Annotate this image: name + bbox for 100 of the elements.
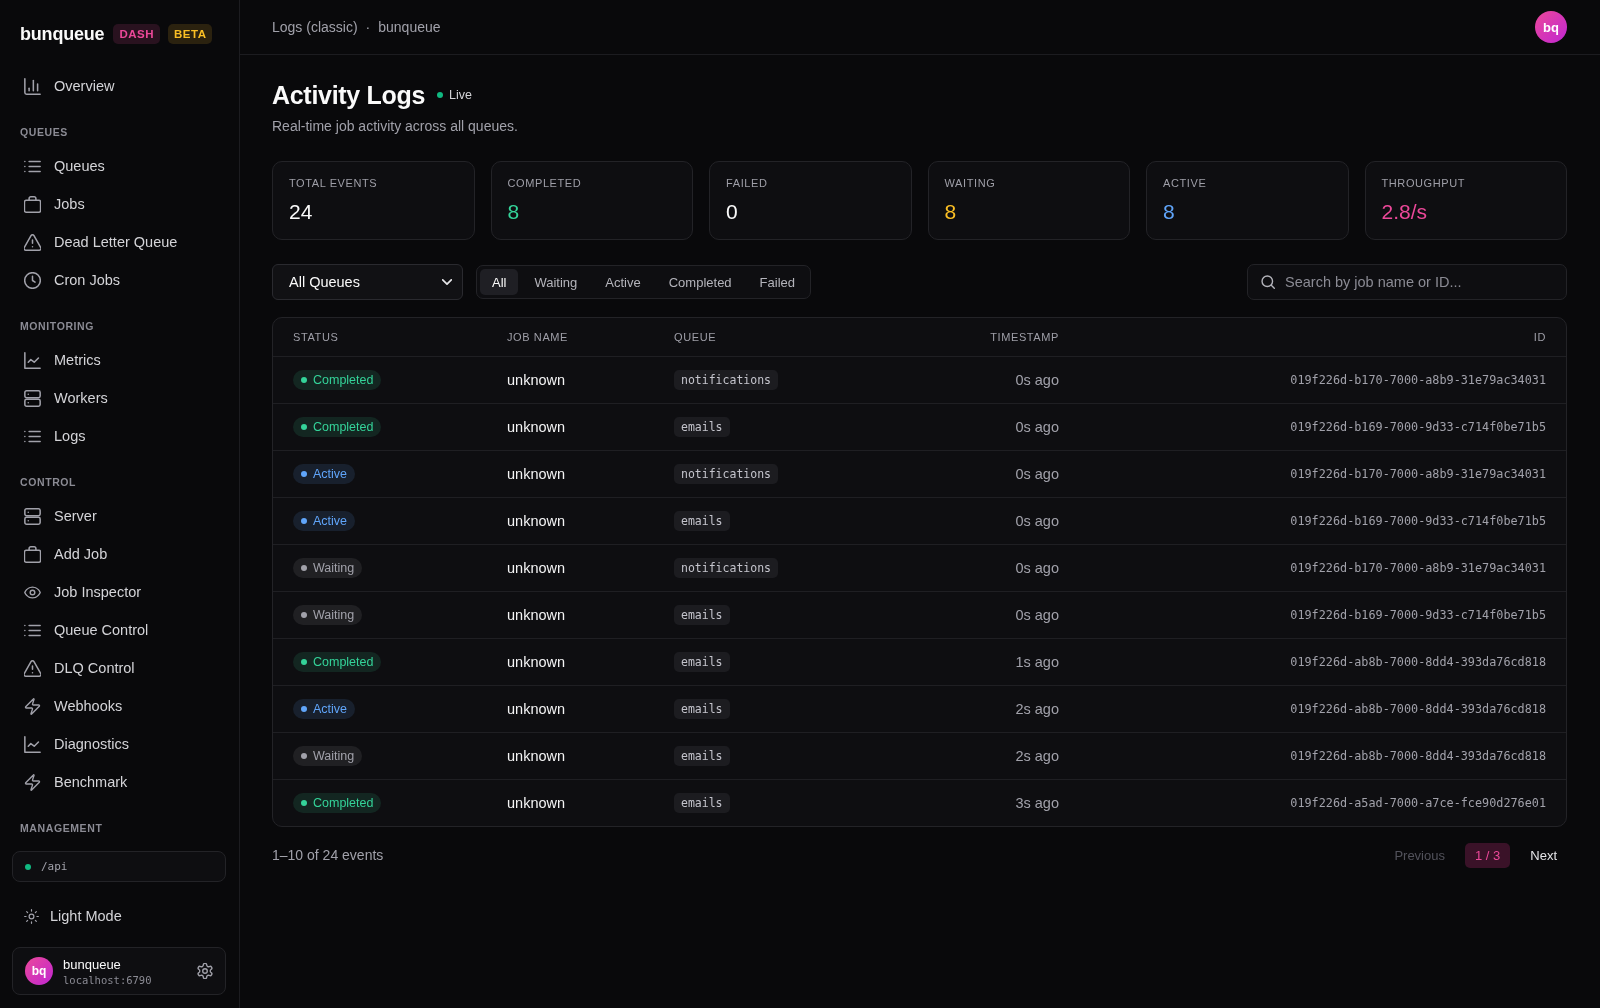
api-endpoint-text: /api — [41, 860, 68, 873]
lightning-icon — [24, 773, 41, 791]
settings-icon[interactable] — [197, 963, 213, 979]
status-text: Active — [313, 467, 348, 481]
nav-item[interactable]: Metrics — [12, 341, 226, 379]
timestamp: 0s ago — [1015, 419, 1059, 435]
status-text: Waiting — [313, 561, 355, 575]
column-header: STATUS — [293, 331, 339, 343]
nav-item[interactable]: Benchmark — [12, 763, 226, 801]
job-id: 019f226d-b169-7000-9d33-c714f0be71b5 — [1290, 608, 1546, 622]
sun-icon — [24, 908, 39, 924]
queue-select[interactable]: All Queues — [272, 264, 463, 300]
filter-tab[interactable]: Completed — [656, 269, 744, 295]
lightning-icon — [24, 697, 41, 715]
status-text: Completed — [313, 655, 374, 669]
queue-tag: notifications — [674, 370, 778, 390]
nav-item[interactable]: Webhooks — [12, 687, 226, 725]
section-heading: MANAGEMENT — [19, 821, 104, 835]
timestamp: 0s ago — [1015, 560, 1059, 576]
search-field[interactable]: Search by job name or ID... — [1247, 264, 1567, 300]
queue-tag: notifications — [674, 464, 778, 484]
job-name: unknown — [507, 372, 566, 388]
job-id: 019f226d-ab8b-7000-8dd4-393da76cd818 — [1290, 702, 1546, 716]
nav-item[interactable]: Jobs — [12, 185, 226, 223]
user-avatar: bq — [25, 957, 53, 985]
breadcrumb-separator: · — [365, 19, 371, 35]
filter-tab[interactable]: Active — [593, 269, 653, 295]
job-name: unknown — [507, 419, 566, 435]
stat-value: 8 — [1163, 199, 1176, 225]
app-logo[interactable]: bunqueue — [20, 23, 105, 45]
breadcrumb-item[interactable]: Logs (classic) — [272, 19, 358, 35]
job-id: 019f226d-ab8b-7000-8dd4-393da76cd818 — [1290, 749, 1546, 763]
job-name: unknown — [507, 560, 566, 576]
filter-tab[interactable]: Failed — [747, 269, 808, 295]
breadcrumb-item: bunqueue — [378, 19, 441, 35]
stat-label: COMPLETED — [507, 176, 583, 190]
briefcase-icon — [24, 545, 41, 563]
nav-item[interactable]: Add Job — [12, 535, 226, 573]
queue-tag: emails — [674, 699, 730, 719]
page-subtitle: Real-time job activity across all queues. — [272, 117, 519, 136]
nav-item[interactable]: Workers — [12, 379, 226, 417]
api-endpoint-field[interactable]: /api — [12, 851, 226, 882]
page-indicator: 1 / 3 — [1464, 842, 1511, 868]
nav-item[interactable]: Queue Control — [12, 611, 226, 649]
filter-tab[interactable]: Waiting — [522, 269, 590, 295]
nav-item[interactable]: DLQ Control — [12, 649, 226, 687]
job-name: unknown — [507, 795, 566, 811]
theme-toggle[interactable]: Light Mode — [12, 897, 226, 935]
bar-chart-icon — [24, 77, 41, 95]
stat-value: 2.8/s — [1381, 199, 1429, 225]
stat-label: FAILED — [726, 176, 769, 190]
filter-tab[interactable]: All — [480, 269, 519, 295]
clock-icon — [24, 271, 41, 289]
tag-text: BETA — [174, 27, 207, 42]
next-button[interactable]: Next — [1530, 847, 1557, 863]
section-heading: MONITORING — [19, 319, 96, 333]
stat-value: 24 — [289, 199, 314, 225]
job-id: 019f226d-b169-7000-9d33-c714f0be71b5 — [1290, 514, 1546, 528]
warning-icon — [24, 659, 41, 677]
status-text: Completed — [313, 420, 374, 434]
status-dot-icon — [25, 863, 31, 870]
nav-item[interactable]: Overview — [12, 67, 226, 105]
page-title: Activity Logs — [272, 80, 426, 110]
nav-item[interactable]: Server — [12, 497, 226, 535]
timestamp: 2s ago — [1015, 701, 1059, 717]
stat-value: 8 — [507, 199, 521, 225]
stat-label: TOTAL EVENTS — [289, 176, 379, 190]
column-header: ID — [1533, 331, 1546, 343]
queue-tag: emails — [674, 605, 730, 625]
user-name: bunqueue — [63, 956, 122, 972]
nav-item[interactable]: Logs — [12, 417, 226, 455]
queue-tag: emails — [674, 511, 730, 531]
stat-value: 8 — [944, 199, 958, 225]
status-text: Active — [313, 702, 348, 716]
status-text: Waiting — [313, 749, 355, 763]
line-chart-icon — [24, 735, 41, 753]
nav-item[interactable]: Diagnostics — [12, 725, 226, 763]
user-host: localhost:6790 — [63, 973, 153, 986]
timestamp: 0s ago — [1015, 372, 1059, 388]
nav-item[interactable]: Dead Letter Queue — [12, 223, 226, 261]
job-name: unknown — [507, 513, 566, 529]
nav-item[interactable]: Queues — [12, 147, 226, 185]
server-icon — [24, 389, 41, 407]
job-id: 019f226d-b170-7000-a8b9-31e79ac34031 — [1290, 467, 1546, 481]
status-text: Completed — [313, 796, 374, 810]
timestamp: 0s ago — [1015, 466, 1059, 482]
user-avatar[interactable]: bq — [1535, 11, 1567, 43]
job-name: unknown — [507, 466, 566, 482]
queue-tag: emails — [674, 652, 730, 672]
stat-label: WAITING — [944, 176, 997, 190]
nav-item[interactable]: Cron Jobs — [12, 261, 226, 299]
queue-tag: emails — [674, 417, 730, 437]
nav-item[interactable]: Job Inspector — [12, 573, 226, 611]
job-name: unknown — [507, 701, 566, 717]
stat-label: ACTIVE — [1163, 176, 1208, 190]
search-input[interactable]: Search by job name or ID... — [1285, 270, 1554, 294]
timestamp: 0s ago — [1015, 607, 1059, 623]
status-text: Active — [313, 514, 348, 528]
job-id: 019f226d-b169-7000-9d33-c714f0be71b5 — [1290, 420, 1546, 434]
server-icon — [24, 507, 41, 525]
